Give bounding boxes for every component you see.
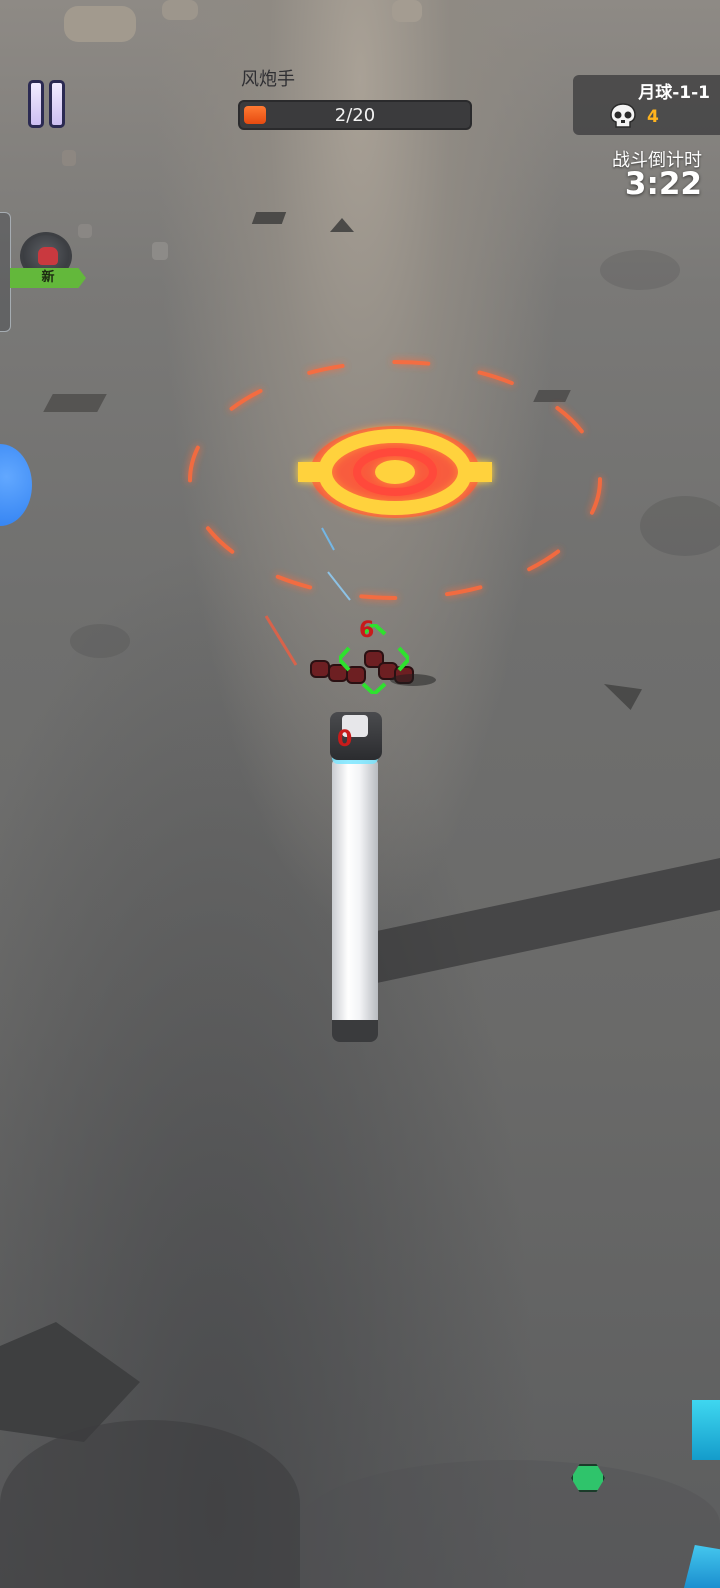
turret-tower[interactable] — [332, 760, 378, 1032]
pause-icon — [48, 80, 65, 128]
tower-base — [332, 1020, 378, 1042]
joystick-handle[interactable] — [0, 444, 32, 526]
crystal-object — [692, 1400, 720, 1460]
rock — [70, 624, 130, 658]
countdown-timer: 3:22 — [624, 166, 702, 202]
enemy-unit[interactable] — [312, 662, 328, 676]
enemy-type-label: 风炮手 — [241, 69, 295, 90]
rock — [251, 212, 287, 224]
rock — [162, 0, 198, 20]
rock — [640, 496, 720, 556]
pause-button[interactable] — [24, 80, 68, 130]
rock — [64, 6, 136, 42]
robot-icon — [38, 247, 58, 265]
skull-icon — [610, 103, 636, 128]
rock — [152, 242, 168, 260]
rock — [600, 250, 680, 290]
rock — [392, 0, 422, 22]
danger-zone-indicator — [188, 360, 602, 600]
rock — [300, 1460, 720, 1588]
kill-count: 4 — [647, 107, 659, 127]
rock — [43, 394, 107, 412]
wave-progress-bar: 2/20 — [238, 100, 472, 130]
rock — [62, 150, 76, 166]
level-info-panel: 月球-1-1 4 — [573, 75, 720, 135]
tower-shadow — [372, 855, 720, 984]
rock — [0, 1420, 300, 1588]
rock — [330, 218, 354, 232]
game-viewport[interactable]: 6 0 风炮手 2/20 月球-1-1 4 战斗倒计时 3:22 新 — [0, 0, 720, 1588]
level-name: 月球-1-1 — [638, 83, 710, 103]
rock — [604, 684, 642, 710]
side-drawer-tab[interactable] — [0, 212, 11, 332]
new-badge: 新 — [10, 268, 86, 288]
enemy-squad-count: 6 — [359, 618, 375, 643]
rock — [78, 224, 92, 238]
pause-icon — [27, 80, 44, 128]
wave-progress-text: 2/20 — [334, 105, 376, 126]
tower-count: 0 — [337, 727, 353, 752]
